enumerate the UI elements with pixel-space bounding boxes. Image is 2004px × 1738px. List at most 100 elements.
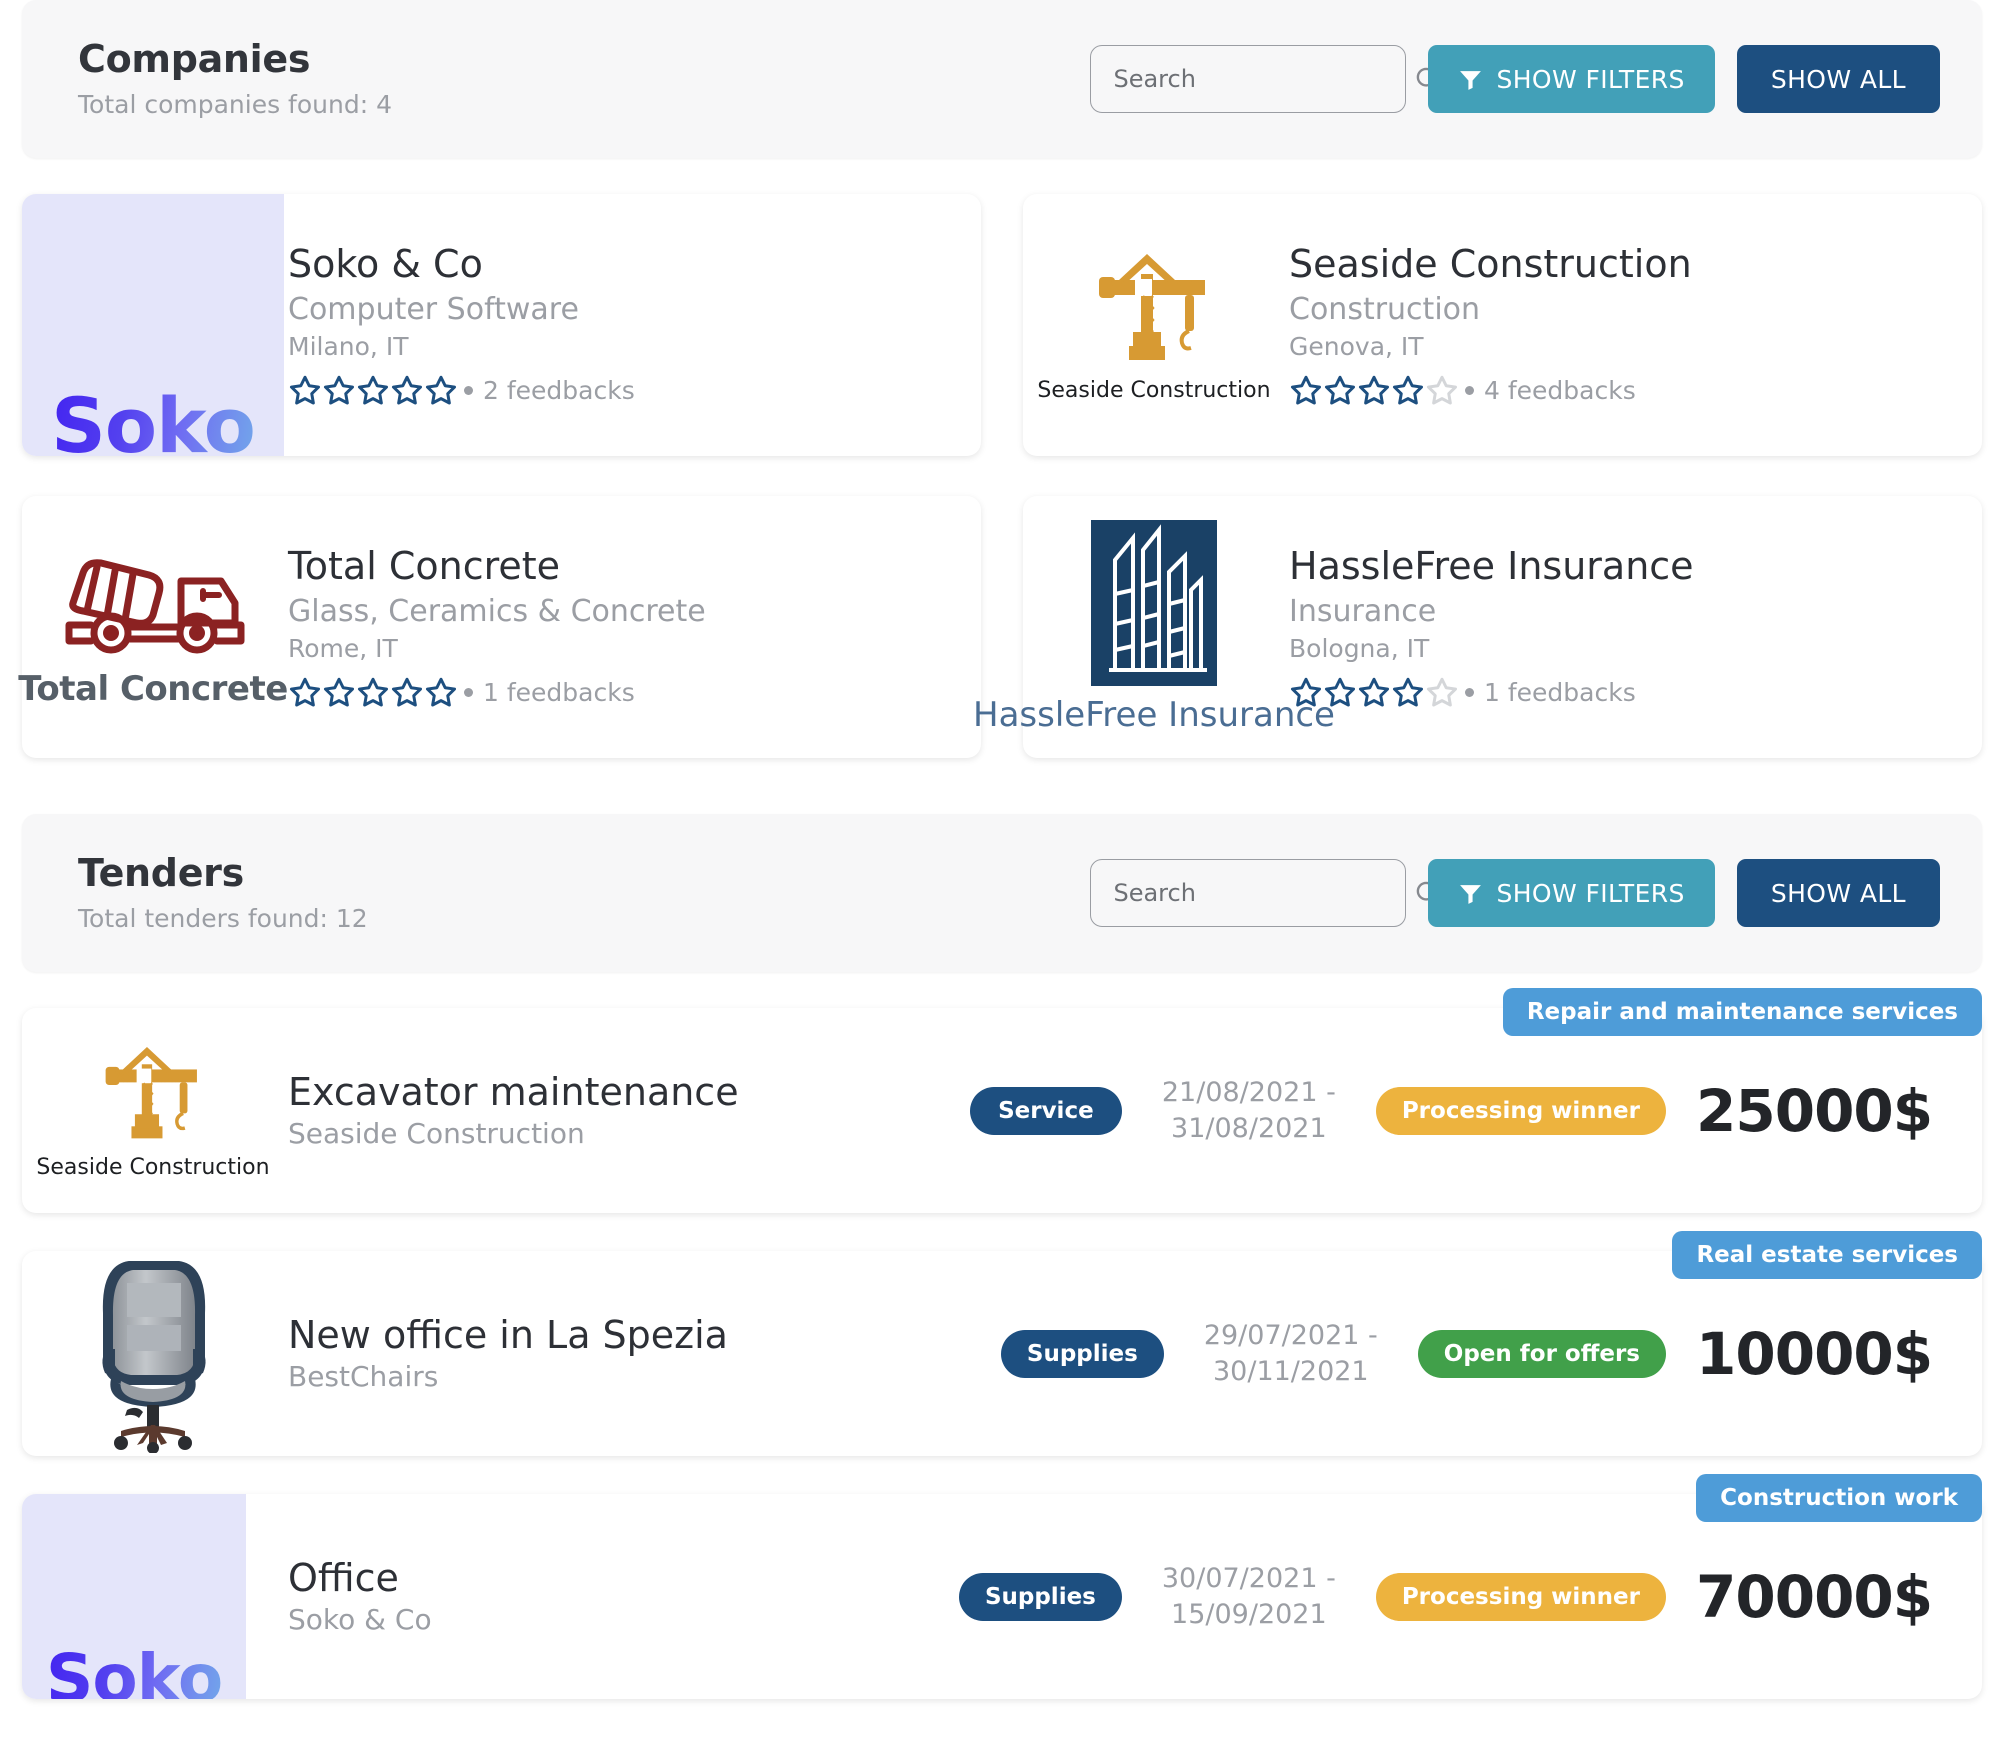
tender-row[interactable]: Construction work Soko Office Soko & Co … — [22, 1474, 1982, 1699]
star-icon[interactable] — [390, 676, 424, 710]
star-icon[interactable] — [356, 676, 390, 710]
company-logo-caption: HassleFree Insurance — [973, 694, 1335, 735]
show-filters-label: SHOW FILTERS — [1496, 878, 1685, 908]
star-icon[interactable] — [1391, 374, 1425, 408]
tender-date-to: 15/09/2021 — [1171, 1598, 1327, 1630]
company-industry: Glass, Ceramics & Concrete — [288, 594, 706, 630]
company-logo-caption: Total Concrete — [18, 669, 288, 710]
building-logo-stack: HassleFree Insurance — [973, 496, 1335, 758]
soko-logo-block: Soko — [22, 1494, 246, 1699]
page-title: Companies — [78, 36, 311, 81]
star-icon[interactable] — [288, 676, 322, 710]
star-rating[interactable] — [288, 676, 458, 710]
company-industry: Insurance — [1289, 594, 1437, 630]
star-icon[interactable] — [1425, 374, 1459, 408]
tenders-heading-block: Tenders Total tenders found: 12 — [78, 850, 368, 934]
tender-row[interactable]: Repair and maintenance services Seaside … — [22, 988, 1982, 1213]
tender-company: Soko & Co — [288, 1603, 432, 1637]
show-all-label: SHOW ALL — [1770, 64, 1906, 94]
company-industry: Computer Software — [288, 292, 579, 328]
tender-price: 25000$ — [1696, 1076, 1933, 1145]
crane-icon — [97, 1040, 209, 1152]
tender-dates: 21/08/2021 - 31/08/2021 — [1162, 1075, 1336, 1145]
tender-type-badge: Supplies — [1000, 1329, 1164, 1378]
star-icon[interactable] — [1289, 374, 1323, 408]
companies-total-count: Total companies found: 4 — [78, 90, 392, 120]
star-icon[interactable] — [1425, 676, 1459, 710]
star-icon[interactable] — [390, 374, 424, 408]
company-info: Total Concrete Glass, Ceramics & Concret… — [284, 544, 706, 709]
tender-type-badge: Supplies — [958, 1572, 1122, 1621]
company-rating: 1 feedbacks — [1289, 676, 1694, 710]
tenders-toolbar: SHOW FILTERS SHOW ALL — [1090, 859, 1940, 927]
tenders-title: Tenders — [78, 850, 244, 895]
tender-status-badge: Open for offers — [1417, 1329, 1666, 1378]
company-card[interactable]: Soko Soko & Co Computer Software Milano,… — [22, 194, 981, 456]
tender-logo: Seaside Construction — [22, 1008, 284, 1213]
building-icon — [1091, 519, 1217, 690]
crane-icon — [1089, 246, 1219, 375]
company-card[interactable]: Total Concrete Total Concrete Glass, Cer… — [18, 496, 981, 758]
star-icon[interactable] — [424, 374, 458, 408]
tender-category-badge: Construction work — [1696, 1474, 1982, 1522]
star-icon[interactable] — [424, 676, 458, 710]
filter-icon — [1458, 67, 1483, 92]
companies-toolbar: SHOW FILTERS SHOW ALL — [1090, 45, 1940, 113]
separator-dot — [464, 386, 473, 396]
tender-price: 70000$ — [1696, 1562, 1933, 1631]
star-icon[interactable] — [1323, 374, 1357, 408]
tender-status-badge: Processing winner — [1375, 1572, 1666, 1621]
tender-category-badge: Repair and maintenance services — [1502, 988, 1982, 1036]
star-icon[interactable] — [322, 676, 356, 710]
feedback-count: 2 feedbacks — [483, 376, 635, 406]
tender-company: Seaside Construction — [288, 1117, 585, 1151]
tenders-total-count: Total tenders found: 12 — [78, 904, 368, 934]
star-rating[interactable] — [288, 374, 458, 408]
company-rating: 2 feedbacks — [288, 374, 635, 408]
star-icon[interactable] — [1357, 374, 1391, 408]
tender-dates: 30/07/2021 - 15/09/2021 — [1162, 1561, 1336, 1631]
company-info: Soko & Co Computer Software Milano, IT 2… — [284, 242, 635, 407]
tender-meta: Supplies 29/07/2021 - 30/11/2021 Open fo… — [1000, 1318, 1982, 1388]
star-icon[interactable] — [1391, 676, 1425, 710]
mixer-logo-stack: Total Concrete — [18, 496, 288, 758]
mixer-truck-icon — [53, 545, 253, 667]
company-city: Bologna, IT — [1289, 633, 1430, 663]
show-all-tenders-button[interactable]: SHOW ALL — [1736, 859, 1940, 927]
star-rating[interactable] — [1289, 374, 1459, 408]
tender-meta: Service 21/08/2021 - 31/08/2021 Processi… — [969, 1075, 1982, 1145]
star-icon[interactable] — [1357, 676, 1391, 710]
separator-dot — [464, 688, 473, 698]
star-icon[interactable] — [288, 374, 322, 408]
tender-info: Office Soko & Co — [284, 1556, 959, 1637]
company-info: Seaside Construction Construction Genova… — [1285, 242, 1692, 407]
tender-status-badge: Processing winner — [1375, 1086, 1666, 1135]
separator-dot — [1465, 688, 1474, 698]
company-name: Seaside Construction — [1289, 242, 1692, 287]
tender-logo — [22, 1251, 284, 1456]
company-logo: Soko — [22, 194, 284, 456]
tenders-search-box[interactable] — [1090, 859, 1441, 927]
tender-company: BestChairs — [288, 1360, 439, 1394]
soko-wordmark-icon: Soko — [51, 381, 256, 456]
show-filters-button[interactable]: SHOW FILTERS — [1428, 859, 1715, 927]
tender-row[interactable]: Real estate services New office in La Sp… — [22, 1231, 1982, 1456]
company-card[interactable]: HassleFree Insurance HassleFree Insuranc… — [973, 496, 1982, 758]
show-all-companies-button[interactable]: SHOW ALL — [1736, 45, 1940, 113]
crane-logo-stack: Seaside Construction — [22, 1008, 284, 1213]
crane-logo-stack: Seaside Construction — [1023, 194, 1285, 456]
search-input[interactable] — [1113, 879, 1414, 907]
filter-icon — [1458, 881, 1483, 906]
search-input[interactable] — [1113, 65, 1414, 93]
company-card[interactable]: Seaside Construction Seaside Constructio… — [1023, 194, 1982, 456]
star-icon[interactable] — [356, 374, 390, 408]
company-rating: 4 feedbacks — [1289, 374, 1692, 408]
tender-type-badge: Service — [969, 1086, 1122, 1135]
show-filters-label: SHOW FILTERS — [1496, 64, 1685, 94]
company-industry: Construction — [1289, 292, 1481, 328]
star-icon[interactable] — [322, 374, 356, 408]
company-logo: Total Concrete — [18, 496, 288, 758]
tender-meta: Supplies 30/07/2021 - 15/09/2021 Process… — [958, 1561, 1982, 1631]
show-filters-button[interactable]: SHOW FILTERS — [1428, 45, 1715, 113]
companies-search-box[interactable] — [1090, 45, 1441, 113]
